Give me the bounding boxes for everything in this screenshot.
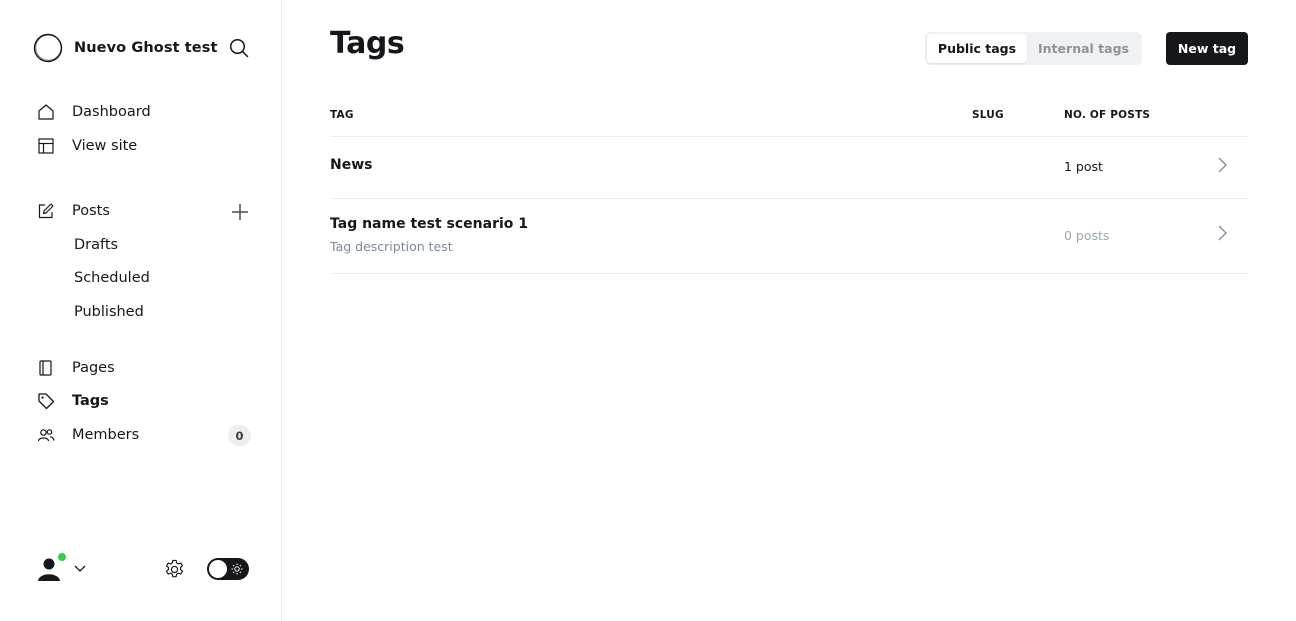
nav-pages[interactable]: Pages bbox=[37, 357, 115, 379]
site-logo-icon bbox=[33, 33, 63, 63]
tag-name: News bbox=[330, 157, 373, 173]
site-title: Nuevo Ghost test bbox=[74, 40, 218, 56]
nav-published[interactable]: Published bbox=[74, 304, 144, 320]
nav-posts[interactable]: Posts bbox=[37, 200, 110, 222]
site-brand[interactable]: Nuevo Ghost test bbox=[33, 33, 217, 63]
page-icon bbox=[39, 360, 52, 376]
nav-view-site-label: View site bbox=[72, 138, 138, 154]
gear-icon[interactable] bbox=[163, 558, 186, 581]
page-title: Tags bbox=[330, 26, 405, 61]
column-header-tag: TAG bbox=[330, 109, 354, 121]
nav-tags[interactable]: Tags bbox=[37, 390, 109, 412]
nav-tags-label: Tags bbox=[72, 393, 109, 409]
home-icon bbox=[38, 104, 54, 120]
tag-description: Tag description test bbox=[330, 239, 453, 254]
tag-post-count[interactable]: 1 post bbox=[1064, 159, 1103, 174]
avatar[interactable] bbox=[33, 552, 67, 584]
nav-scheduled[interactable]: Scheduled bbox=[74, 270, 150, 286]
tag-type-switch: Public tags Internal tags bbox=[925, 32, 1142, 65]
nav-dashboard[interactable]: Dashboard bbox=[37, 101, 151, 123]
tag-post-count[interactable]: 0 posts bbox=[1064, 228, 1109, 243]
nav-members[interactable]: Members bbox=[37, 424, 139, 446]
edit-icon bbox=[38, 203, 54, 219]
tag-name: Tag name test scenario 1 bbox=[330, 216, 529, 232]
sidebar: Nuevo Ghost test Dashboard View site Pos… bbox=[0, 0, 282, 621]
chevron-right-icon bbox=[1218, 157, 1227, 173]
column-header-posts: NO. OF POSTS bbox=[1064, 109, 1151, 121]
online-status-dot bbox=[57, 552, 67, 562]
toggle-knob bbox=[209, 560, 227, 578]
members-icon bbox=[37, 429, 55, 442]
members-count-badge: 0 bbox=[228, 425, 251, 446]
tag-icon bbox=[38, 393, 55, 410]
nav-dashboard-label: Dashboard bbox=[72, 104, 151, 120]
sun-icon bbox=[231, 563, 243, 575]
table-row[interactable]: Tag name test scenario 1 Tag description… bbox=[330, 199, 1248, 273]
table-divider bbox=[330, 273, 1248, 274]
chevron-down-icon[interactable] bbox=[73, 563, 87, 575]
new-tag-button[interactable]: New tag bbox=[1166, 32, 1248, 65]
table-row[interactable]: News 1 post bbox=[330, 137, 1248, 198]
column-header-slug: SLUG bbox=[972, 109, 1004, 121]
nav-posts-label: Posts bbox=[72, 203, 110, 219]
theme-toggle[interactable] bbox=[207, 558, 249, 580]
nav-view-site[interactable]: View site bbox=[37, 135, 137, 157]
tab-public-tags[interactable]: Public tags bbox=[927, 34, 1027, 63]
nav-drafts[interactable]: Drafts bbox=[74, 237, 118, 253]
nav-members-label: Members bbox=[72, 427, 140, 443]
layout-icon bbox=[38, 138, 54, 154]
tab-internal-tags[interactable]: Internal tags bbox=[1027, 34, 1140, 63]
new-post-plus-icon[interactable] bbox=[230, 202, 250, 222]
chevron-right-icon bbox=[1218, 225, 1227, 241]
search-icon[interactable] bbox=[228, 37, 250, 59]
nav-pages-label: Pages bbox=[72, 360, 115, 376]
